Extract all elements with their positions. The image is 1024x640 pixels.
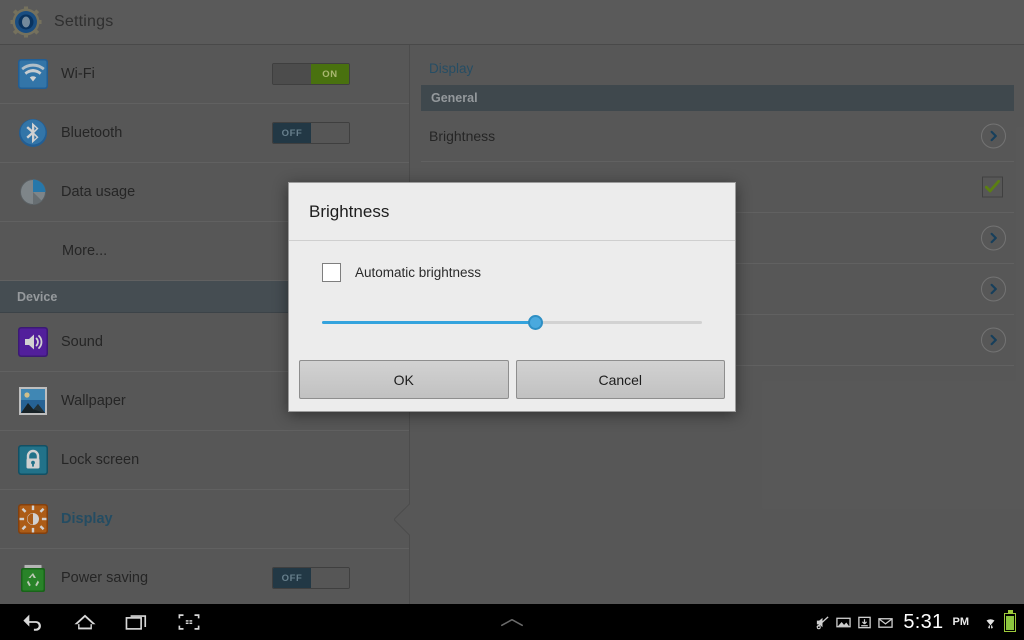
system-navigation-bar: 5:31 PM bbox=[0, 604, 1024, 640]
wifi-status-icon bbox=[983, 615, 998, 630]
home-icon[interactable] bbox=[70, 609, 100, 635]
automatic-brightness-row[interactable]: Automatic brightness bbox=[322, 263, 702, 282]
brightness-dialog: Brightness Automatic brightness OK Cance… bbox=[288, 182, 736, 412]
slider-fill bbox=[322, 321, 535, 324]
chevron-up-icon[interactable] bbox=[498, 604, 526, 640]
dialog-body: Automatic brightness bbox=[289, 241, 735, 342]
brightness-slider[interactable] bbox=[322, 312, 702, 332]
automatic-brightness-label: Automatic brightness bbox=[355, 265, 482, 280]
back-icon[interactable] bbox=[18, 609, 48, 635]
status-clock: 5:31 bbox=[903, 610, 944, 633]
dialog-buttons: OK Cancel bbox=[289, 342, 735, 411]
slider-thumb[interactable] bbox=[527, 315, 543, 330]
nav-keys bbox=[0, 604, 204, 640]
status-meridiem: PM bbox=[952, 616, 970, 628]
automatic-brightness-checkbox[interactable] bbox=[322, 263, 341, 282]
mute-vibrate-icon bbox=[815, 615, 830, 630]
email-icon bbox=[878, 615, 894, 630]
tablet-screen: Settings Wi-Fi ON Bluetooth OFF Data usa… bbox=[0, 0, 1024, 640]
battery-full-icon bbox=[1004, 609, 1016, 632]
screenshot-captured-icon bbox=[836, 615, 852, 630]
cancel-button[interactable]: Cancel bbox=[515, 360, 725, 399]
screenshot-icon[interactable] bbox=[174, 609, 204, 635]
ok-button[interactable]: OK bbox=[299, 360, 509, 399]
dialog-title: Brightness bbox=[289, 183, 735, 241]
recents-icon[interactable] bbox=[122, 609, 152, 635]
status-area[interactable]: 5:31 PM bbox=[815, 604, 1016, 640]
usb-download-icon bbox=[857, 615, 872, 630]
